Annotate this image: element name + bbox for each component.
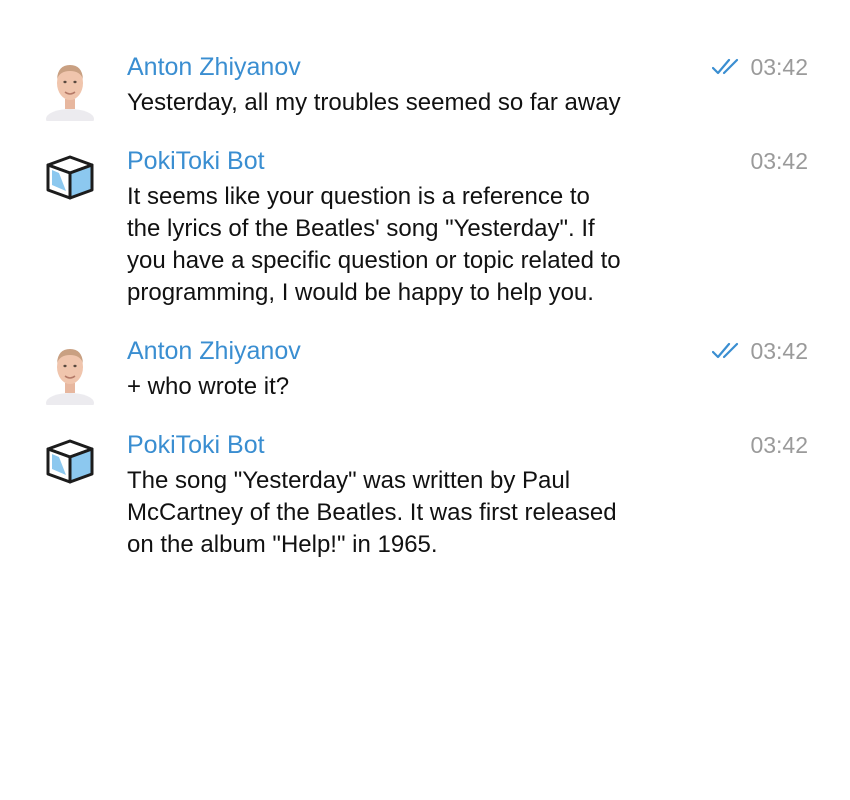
message-text: Yesterday, all my troubles seemed so far… — [127, 89, 621, 116]
read-double-check-icon — [712, 342, 739, 359]
bot-avatar[interactable] — [44, 438, 96, 490]
bot-cube-avatar-icon — [46, 155, 94, 200]
message-time: 03:42 — [750, 338, 808, 364]
message-text: The song "Yesterday" was written by Paul… — [127, 467, 617, 558]
message-meta: 03:42 — [712, 52, 808, 82]
sender-name[interactable]: Anton Zhiyanov — [127, 52, 301, 82]
user-avatar-photo-icon — [46, 349, 94, 405]
message-time: 03:42 — [750, 54, 808, 80]
bot-cube-avatar-icon — [46, 439, 94, 484]
message-meta: 03:42 — [750, 430, 808, 460]
message-text: It seems like your question is a referen… — [127, 183, 621, 306]
user-avatar[interactable] — [44, 55, 96, 121]
user-avatar[interactable] — [44, 339, 96, 405]
message-meta: 03:42 — [712, 336, 808, 366]
message-text: + who wrote it? — [127, 373, 290, 400]
bot-avatar[interactable] — [44, 154, 96, 206]
message-time: 03:42 — [750, 148, 808, 174]
sender-name[interactable]: PokiToki Bot — [127, 146, 265, 176]
read-double-check-icon — [712, 58, 739, 75]
user-avatar-photo-icon — [46, 65, 94, 121]
sender-name[interactable]: Anton Zhiyanov — [127, 336, 301, 366]
message-meta: 03:42 — [750, 146, 808, 176]
chat-message-list: Anton Zhiyanov 03:42 Yesterday, all my t… — [0, 0, 850, 800]
sender-name[interactable]: PokiToki Bot — [127, 430, 265, 460]
message-time: 03:42 — [750, 432, 808, 458]
